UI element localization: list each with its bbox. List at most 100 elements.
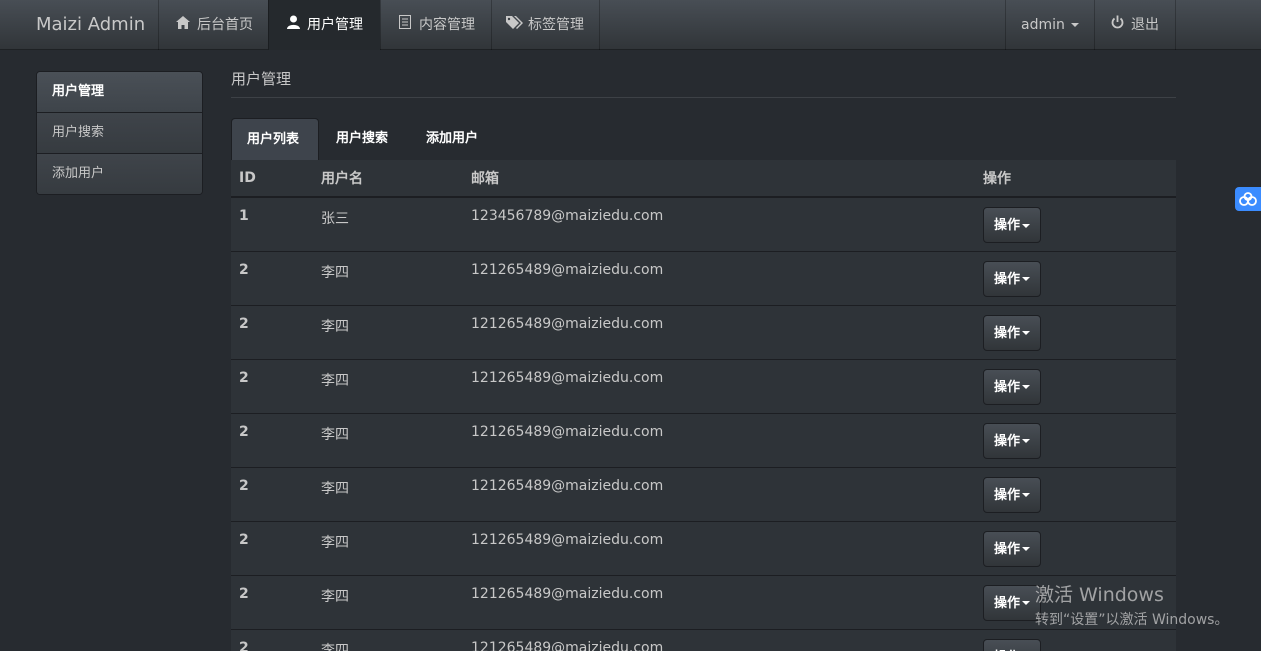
column-header-email: 邮箱 — [463, 160, 975, 198]
cell-action: 操作 — [975, 250, 1176, 305]
windows-activation-watermark: 激活 Windows 转到“设置”以激活 Windows。 — [1035, 580, 1228, 629]
cell-id: 2 — [231, 304, 313, 359]
cell-email: 121265489@maiziedu.com — [463, 304, 975, 359]
row-action-dropdown-button[interactable]: 操作 — [983, 638, 1042, 651]
table-row: 2李四121265489@maiziedu.com 操作 — [231, 412, 1176, 467]
sidebar-item-add-user[interactable]: 添加用户 — [37, 153, 202, 194]
chevron-down-icon — [1022, 439, 1031, 443]
admin-dropdown[interactable]: admin — [1005, 0, 1094, 50]
cell-email: 123456789@maiziedu.com — [463, 196, 975, 251]
cell-action: 操作 — [975, 412, 1176, 467]
tab-user-search[interactable]: 用户搜索 — [321, 118, 403, 160]
cell-action: 操作 — [975, 466, 1176, 521]
cell-id: 2 — [231, 358, 313, 413]
row-action-label: 操作 — [994, 218, 1021, 233]
chevron-down-icon — [1022, 493, 1031, 497]
row-action-label: 操作 — [994, 379, 1021, 395]
cell-username: 李四 — [313, 250, 463, 305]
power-icon — [1109, 1, 1125, 51]
row-action-label: 操作 — [994, 271, 1021, 287]
cell-email: 121265489@maiziedu.com — [463, 412, 975, 467]
cell-email: 121265489@maiziedu.com — [463, 250, 975, 305]
table-row: 1 张三 123456789@maiziedu.com 操作 — [231, 196, 1176, 251]
cell-id: 2 — [231, 412, 313, 467]
logout-label: 退出 — [1131, 17, 1159, 33]
chevron-down-icon — [1022, 277, 1031, 281]
chevron-down-icon — [1070, 23, 1079, 27]
row-action-dropdown-button[interactable]: 操作 — [983, 368, 1042, 405]
column-header-username: 用户名 — [313, 160, 463, 198]
row-action-dropdown-button[interactable]: 操作 — [983, 260, 1042, 297]
page-title: 用户管理 — [231, 63, 1176, 98]
cell-email: 121265489@maiziedu.com — [463, 574, 975, 629]
table-row: 2李四121265489@maiziedu.com 操作 — [231, 358, 1176, 413]
sidebar-item-user-management[interactable]: 用户管理 — [37, 72, 202, 112]
cell-email: 121265489@maiziedu.com — [463, 358, 975, 413]
table-row: 2李四121265489@maiziedu.com 操作 — [231, 466, 1176, 521]
home-icon — [175, 1, 191, 51]
admin-username: admin — [1021, 17, 1065, 33]
chevron-down-icon — [1022, 331, 1031, 335]
row-action-label: 操作 — [994, 433, 1021, 449]
row-action-dropdown-button[interactable]: 操作 — [983, 422, 1042, 459]
cell-id: 2 — [231, 520, 313, 575]
logout-button[interactable]: 退出 — [1094, 0, 1176, 50]
sidebar-item-user-search[interactable]: 用户搜索 — [37, 112, 202, 153]
cell-email: 121265489@maiziedu.com — [463, 466, 975, 521]
cell-action: 操作 — [975, 358, 1176, 413]
chevron-down-icon — [1022, 547, 1031, 551]
user-table-container: ID 用户名 邮箱 操作 1 张三 123456789@maiziedu.com 操作… — [231, 160, 1176, 651]
chevron-down-icon — [1022, 601, 1031, 605]
cell-id: 2 — [231, 574, 313, 629]
cell-username: 李四 — [313, 520, 463, 575]
row-action-dropdown-button[interactable]: 操作 — [983, 314, 1042, 351]
sidebar: 用户管理 用户搜索 添加用户 — [36, 71, 203, 195]
cell-action: 操作 — [975, 520, 1176, 575]
user-table: ID 用户名 邮箱 操作 1 张三 123456789@maiziedu.com 操作… — [231, 160, 1176, 651]
row-action-label: 操作 — [994, 541, 1021, 557]
nav-tags-label: 标签管理 — [528, 17, 584, 33]
top-navbar: Maizi Admin 后台首页 用户管理 内容管理 标签管理 admin 退出 — [0, 0, 1261, 50]
watermark-subtitle: 转到“设置”以激活 Windows。 — [1035, 612, 1229, 628]
table-row: 2李四121265489@maiziedu.com 操作 — [231, 304, 1176, 359]
row-action-dropdown-button[interactable]: 操作 — [983, 207, 1042, 243]
nav-tags[interactable]: 标签管理 — [491, 0, 600, 50]
table-row: 2李四121265489@maiziedu.com 操作 — [231, 520, 1176, 575]
cell-id: 2 — [231, 250, 313, 305]
cell-username: 张三 — [313, 196, 463, 251]
row-action-dropdown-button[interactable]: 操作 — [983, 530, 1042, 567]
row-action-dropdown-button[interactable]: 操作 — [983, 476, 1042, 513]
nav-users[interactable]: 用户管理 — [268, 0, 380, 50]
cell-action: 操作 — [975, 628, 1176, 651]
cell-id: 1 — [231, 196, 313, 251]
tab-add-user[interactable]: 添加用户 — [411, 118, 493, 160]
user-icon — [285, 1, 301, 51]
row-action-label: 操作 — [994, 487, 1021, 503]
row-action-label: 操作 — [994, 325, 1021, 341]
cell-username: 李四 — [313, 574, 463, 629]
cell-username: 李四 — [313, 466, 463, 521]
nav-content[interactable]: 内容管理 — [380, 0, 491, 50]
nav-home[interactable]: 后台首页 — [158, 0, 268, 50]
nav-users-label: 用户管理 — [307, 17, 363, 33]
cell-email: 121265489@maiziedu.com — [463, 520, 975, 575]
table-row: 2李四121265489@maiziedu.com 操作 — [231, 628, 1176, 651]
row-action-label: 操作 — [994, 595, 1021, 611]
column-header-id: ID — [231, 160, 313, 198]
cell-action: 操作 — [975, 304, 1176, 359]
nav-content-label: 内容管理 — [419, 17, 475, 33]
table-header-row: ID 用户名 邮箱 操作 — [231, 160, 1176, 198]
tags-icon — [506, 1, 523, 51]
cell-id: 2 — [231, 466, 313, 521]
cell-username: 李四 — [313, 304, 463, 359]
cell-username: 李四 — [313, 628, 463, 651]
column-header-action: 操作 — [975, 160, 1176, 198]
cell-username: 李四 — [313, 358, 463, 413]
brand-logo[interactable]: Maizi Admin — [36, 0, 145, 50]
table-row: 2李四121265489@maiziedu.com 操作 — [231, 250, 1176, 305]
cloud-icon[interactable] — [1235, 187, 1261, 211]
row-action-dropdown-button[interactable]: 操作 — [983, 584, 1042, 621]
tab-user-list[interactable]: 用户列表 — [231, 118, 319, 160]
file-icon — [397, 1, 413, 51]
nav-home-label: 后台首页 — [197, 17, 253, 33]
